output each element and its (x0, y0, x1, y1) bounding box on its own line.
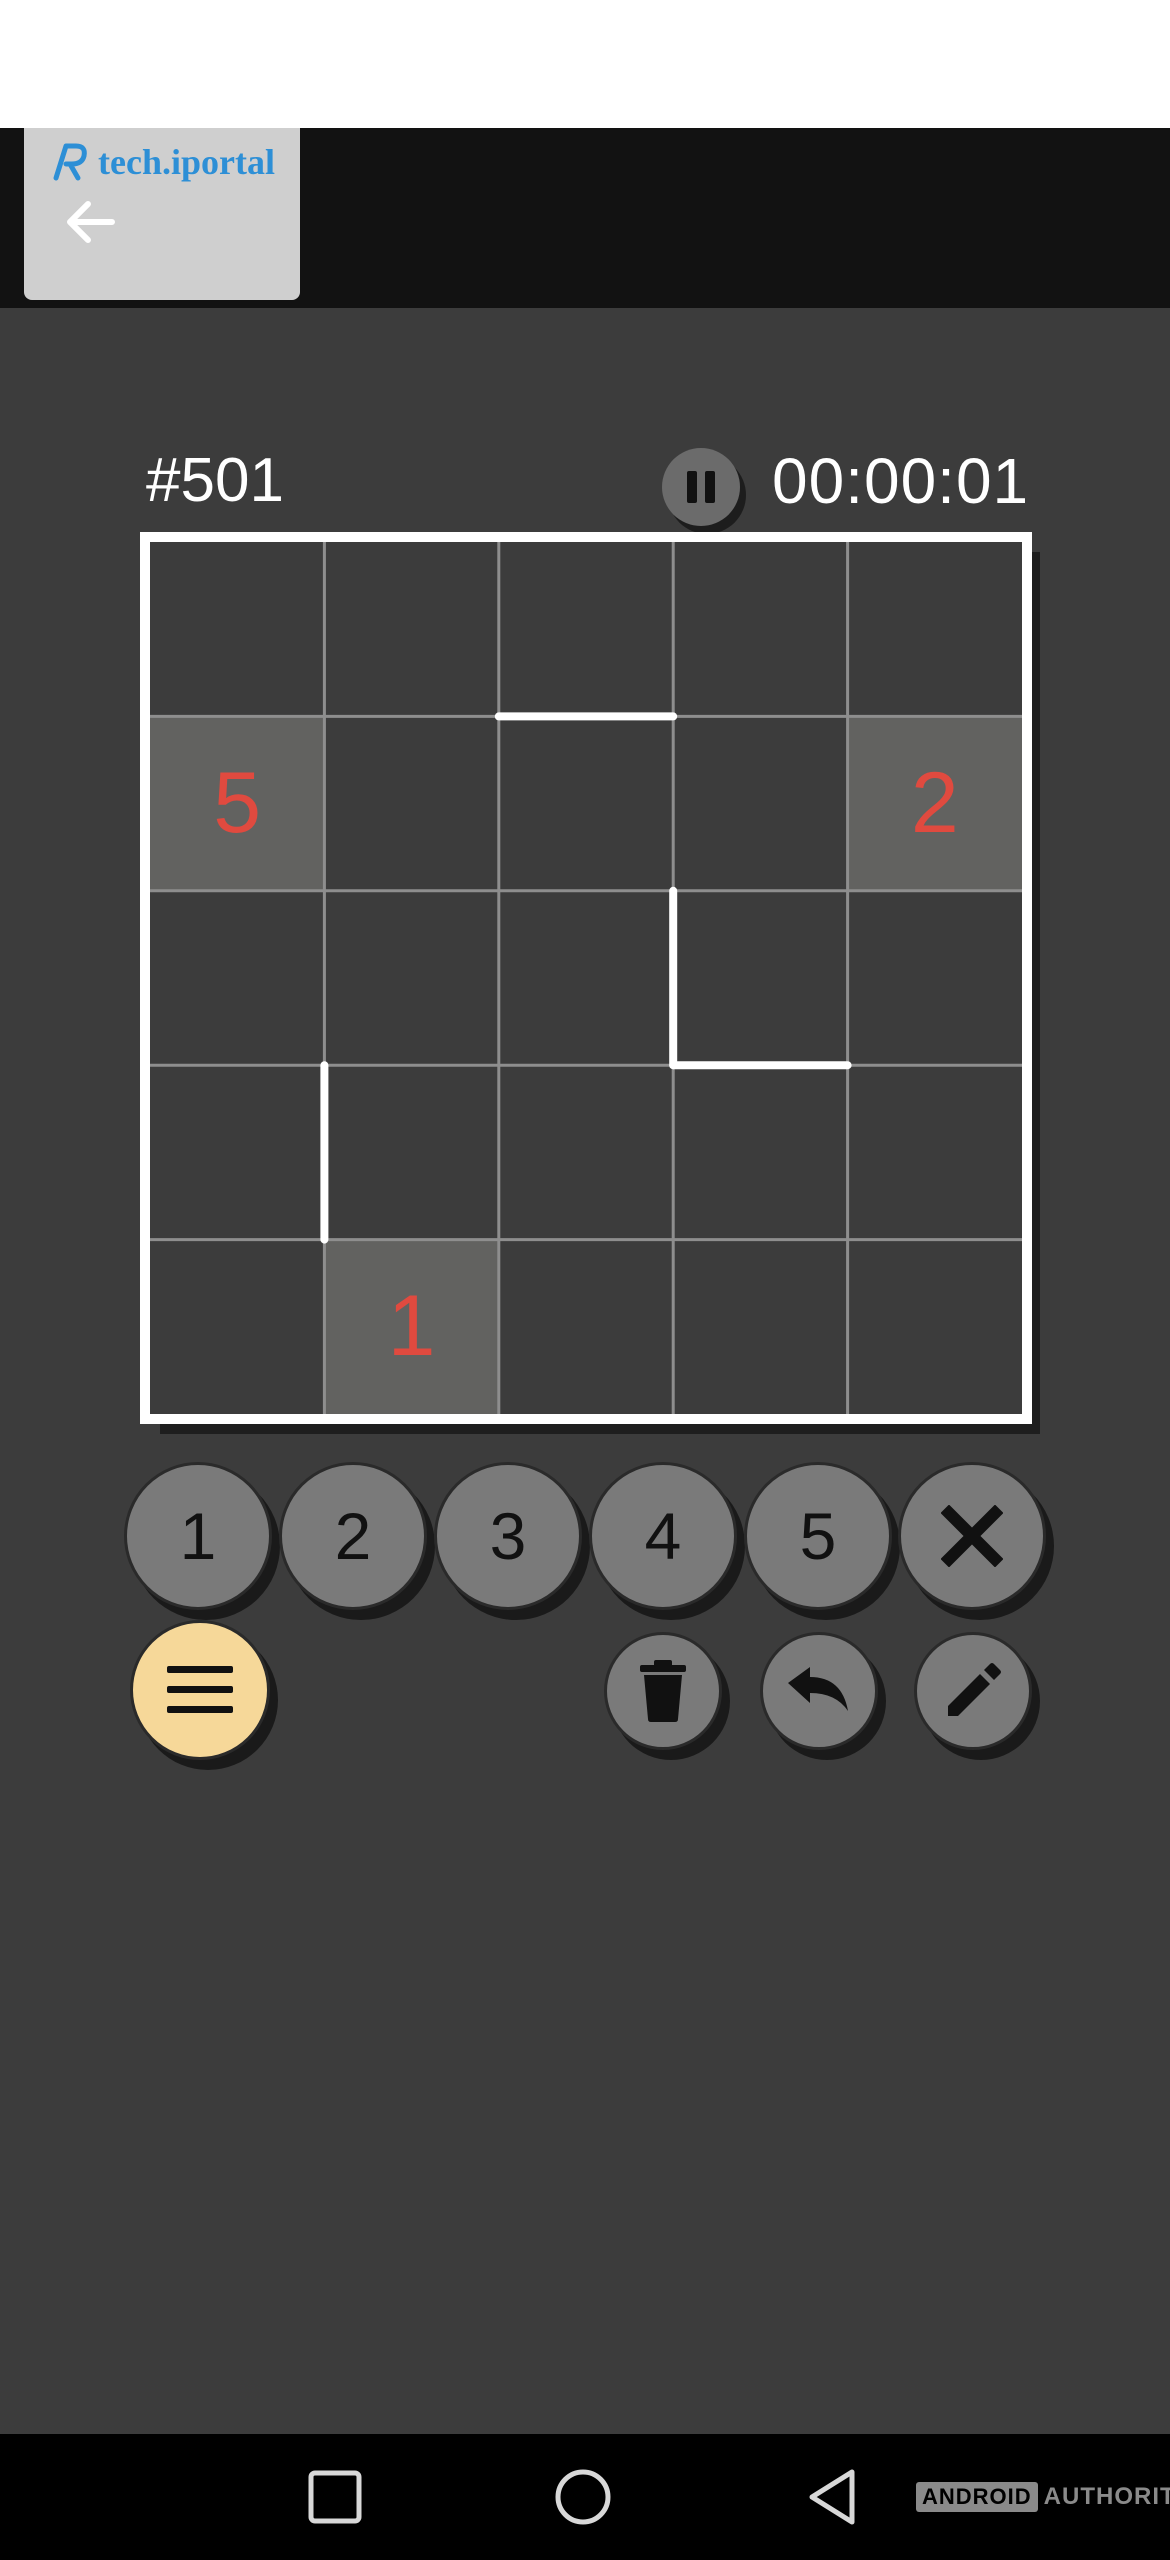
trash-icon (640, 1660, 686, 1722)
puzzle-board: 5 2 1 (140, 532, 1032, 1424)
board-cell[interactable] (673, 716, 847, 890)
close-x-icon (941, 1505, 1003, 1567)
number-button-5[interactable]: 5 (744, 1462, 892, 1610)
board-cell[interactable] (673, 542, 847, 716)
pause-button[interactable] (662, 448, 740, 526)
pencil-button[interactable] (914, 1632, 1032, 1750)
timer: 00:00:01 (772, 445, 1030, 517)
navigation-bar: ANDROID AUTHORITY (0, 2434, 1170, 2560)
clue-number: 2 (910, 755, 959, 852)
board-cell[interactable] (673, 1065, 847, 1239)
board-cell[interactable] (150, 1240, 324, 1414)
board-cell[interactable] (324, 716, 498, 890)
board-cell[interactable] (324, 542, 498, 716)
number-button-4[interactable]: 4 (589, 1462, 737, 1610)
delete-button[interactable] (604, 1632, 722, 1750)
board-cell[interactable] (324, 891, 498, 1065)
board-cell[interactable] (848, 891, 1022, 1065)
menu-icon (167, 1666, 233, 1713)
board-cell[interactable] (499, 716, 673, 890)
status-bar (0, 0, 1170, 128)
pencil-icon (948, 1663, 1001, 1716)
board-cell[interactable] (848, 1240, 1022, 1414)
board-cell[interactable] (499, 542, 673, 716)
number-button-1[interactable]: 1 (124, 1462, 272, 1610)
board-cell[interactable] (499, 891, 673, 1065)
puzzle-id: #501 (146, 446, 284, 515)
watermark-text: tech.iportal (98, 142, 275, 182)
pause-icon (687, 471, 715, 503)
board-cell[interactable] (848, 1065, 1022, 1239)
board-cell[interactable] (848, 542, 1022, 716)
board-cell[interactable] (150, 1065, 324, 1239)
board-cell[interactable] (499, 1065, 673, 1239)
back-arrow-icon[interactable] (58, 190, 122, 254)
number-button-2[interactable]: 2 (279, 1462, 427, 1610)
watermark-r-icon (53, 143, 87, 181)
clue-number: 1 (387, 1278, 436, 1375)
board-cell[interactable] (673, 1240, 847, 1414)
clue-number: 5 (213, 755, 262, 852)
menu-button[interactable] (130, 1620, 270, 1760)
undo-button[interactable] (760, 1632, 878, 1750)
given-cell[interactable]: 2 (847, 716, 1022, 891)
undo-icon (788, 1667, 848, 1711)
number-button-3[interactable]: 3 (434, 1462, 582, 1610)
board-cell[interactable] (499, 1240, 673, 1414)
back-tile[interactable]: tech.iportal (24, 128, 300, 300)
board-cell[interactable] (673, 891, 847, 1065)
watermark-boxed-text: ANDROID (916, 2482, 1038, 2512)
watermark-bottom: ANDROID AUTHORITY (916, 2482, 1170, 2512)
watermark-plain-text: AUTHORITY (1043, 2483, 1170, 2510)
board-cell[interactable] (150, 542, 324, 716)
board-cell[interactable] (150, 891, 324, 1065)
given-cell[interactable]: 1 (324, 1239, 499, 1414)
home-circle-icon[interactable] (550, 2464, 616, 2530)
erase-value-button[interactable] (898, 1462, 1046, 1610)
back-triangle-icon[interactable] (800, 2464, 866, 2530)
recent-apps-square-icon[interactable] (302, 2464, 368, 2530)
watermark-logo: tech.iportal (44, 138, 275, 186)
board-cell[interactable] (324, 1065, 498, 1239)
given-cell[interactable]: 5 (150, 716, 325, 891)
